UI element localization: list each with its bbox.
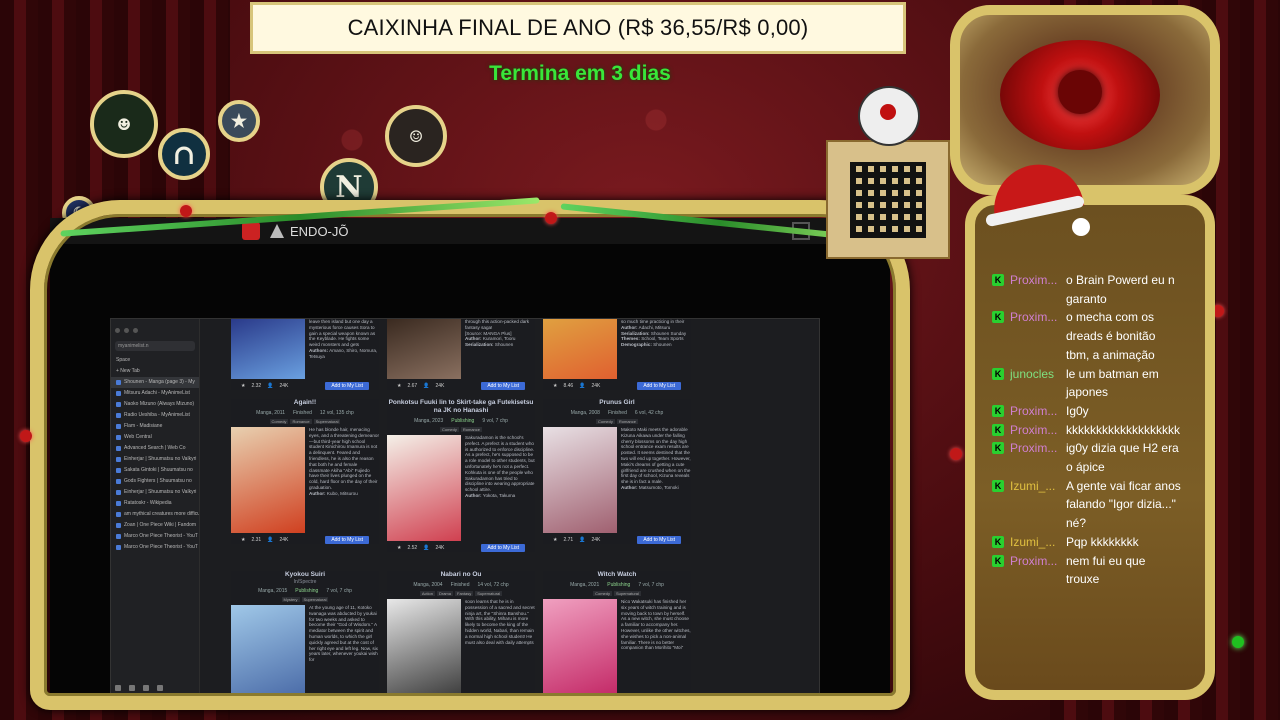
chat-message: K Proxim... kkkkkkkkkkkkkkkkkkk <box>988 421 1188 440</box>
chat-message: K Izumi_... Pqp kkkkkkkk <box>988 533 1188 552</box>
ornament-icon <box>20 430 32 442</box>
gold-frame <box>30 200 910 710</box>
kick-badge-icon: K <box>992 535 1004 548</box>
kick-badge-icon: K <box>992 311 1004 324</box>
chat-text: kkkkkkkkkkkkkkkkkkk <box>1066 422 1180 437</box>
qr-code-scroll <box>826 140 950 259</box>
chat-username[interactable]: Proxim... <box>1010 421 1066 440</box>
chat-text: o mecha com os dreads é bonitão tbm, a a… <box>1066 310 1156 362</box>
horseshoe-medallion-icon: ∩ <box>158 128 210 180</box>
kick-badge-icon: K <box>992 479 1004 492</box>
chat-username[interactable]: Proxim... <box>1010 308 1066 364</box>
chat-text: A gente vai ficar anos falando "Igor diz… <box>1066 478 1181 531</box>
face-medallion-icon: ☻ <box>90 90 158 158</box>
ornament-icon <box>950 448 962 460</box>
chat-text: ig0y dizia que H2 era o ápice <box>1066 441 1179 475</box>
chat-text: nem fui eu que trouxe <box>1066 553 1146 587</box>
chat-username[interactable]: Proxim... <box>1010 552 1066 589</box>
chat-username[interactable]: Proxim... <box>1010 271 1066 308</box>
kick-badge-icon: K <box>992 367 1004 380</box>
chat-username[interactable]: Izumi_... <box>1010 533 1066 552</box>
chat-text: o Brain Powerd eu n garanto <box>1066 273 1175 306</box>
chat-message: K Proxim... o mecha com os dreads é bonitã… <box>988 308 1188 364</box>
kick-badge-icon: K <box>992 423 1004 436</box>
kick-badge-icon: K <box>992 274 1004 286</box>
qr-code-icon <box>850 161 926 238</box>
chat-message: K Proxim... ig0y dizia que H2 era o ápice <box>988 439 1188 476</box>
kick-badge-icon: K <box>992 442 1004 455</box>
chat-text: Pqp kkkkkkkk <box>1066 534 1139 549</box>
portrait-medallion-icon: ☺ <box>385 105 447 167</box>
chat-message: K Izumi_... A gente vai ficar anos falando… <box>988 477 1188 533</box>
donation-goal-banner: CAIXINHA FINAL DE ANO (R$ 36,55/R$ 0,00) <box>250 2 906 54</box>
skull-mascot-icon <box>858 86 920 146</box>
chat-username[interactable]: Izumi_... <box>1010 477 1066 533</box>
chat-message: Kjunocles le um batman em japones <box>988 365 1188 402</box>
chat-message: K Proxim... nem fui eu que trouxe <box>988 552 1188 589</box>
chat-text: le um batman em japones <box>1066 366 1159 400</box>
chat-messages: K Proxim... o Brain Powerd eu n garanto K Pr… <box>988 271 1188 589</box>
star-medallion-icon: ★ <box>218 100 260 142</box>
ornament-icon <box>545 212 557 224</box>
kick-badge-icon: K <box>992 404 1004 417</box>
santa-hat-pompom <box>1072 218 1090 236</box>
donation-goal-title: CAIXINHA FINAL DE ANO (R$ 36,55/R$ 0,00) <box>347 15 809 40</box>
ornament-icon <box>1232 636 1244 648</box>
chat-message: K Proxim... Ig0y <box>988 402 1188 421</box>
chat-message: K Proxim... o Brain Powerd eu n garanto <box>988 271 1188 308</box>
chat-username[interactable]: Proxim... <box>1010 439 1066 476</box>
donation-goal-countdown: Termina em 3 dias <box>489 62 671 85</box>
chat-username[interactable]: Proxim... <box>1010 402 1066 421</box>
chat-text: Ig0y <box>1066 403 1089 418</box>
chat-username[interactable]: junocles <box>1010 365 1066 402</box>
ornament-icon <box>180 205 192 217</box>
kick-badge-icon: K <box>992 554 1004 567</box>
eye-pupil <box>1058 70 1102 114</box>
